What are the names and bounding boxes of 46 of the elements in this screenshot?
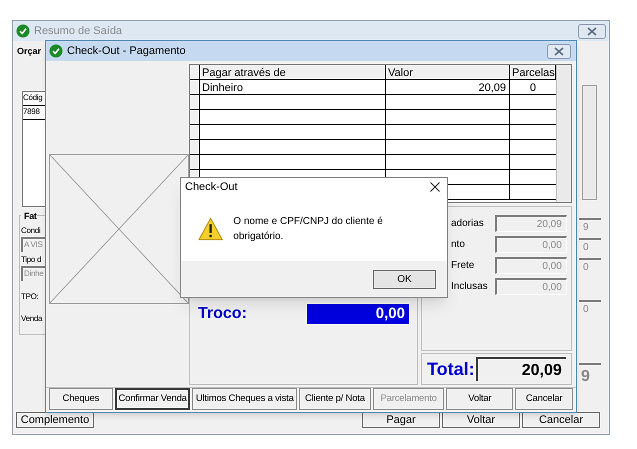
total-field: 20,09: [476, 357, 566, 381]
close-icon[interactable]: [430, 182, 440, 192]
window-button[interactable]: Cancelar: [515, 388, 573, 410]
check-icon: [49, 44, 63, 58]
window-title: Resumo de Saída: [34, 24, 124, 39]
field-label: TPO:: [21, 291, 38, 303]
row-indicator-cell[interactable]: [190, 80, 200, 94]
window-button[interactable]: Ultimos Cheques a vista: [192, 388, 298, 410]
scrollbar[interactable]: [582, 85, 597, 200]
table-cell-text: 0: [528, 81, 537, 94]
field-label: Tipo d: [21, 254, 42, 266]
column-header[interactable]: Parcelas: [510, 65, 556, 79]
column-header[interactable]: Valor: [386, 65, 510, 79]
total-field: 9: [579, 363, 601, 391]
close-icon: [554, 46, 564, 56]
window-button[interactable]: Cancelar: [522, 412, 600, 428]
scrollbar[interactable]: [556, 65, 571, 202]
change-field: 0,00: [307, 304, 409, 324]
window-button[interactable]: Cliente p/ Nota: [299, 388, 371, 410]
tab-label[interactable]: Orçar: [17, 45, 42, 58]
close-icon: [587, 26, 597, 36]
total-label: Total:: [427, 358, 475, 380]
window-button[interactable]: Cheques: [49, 388, 113, 410]
window-button[interactable]: Voltar: [442, 412, 520, 428]
close-button[interactable]: [547, 44, 571, 58]
dialog-title: Check-Out: [185, 180, 239, 195]
table-cell: 20,09: [386, 80, 510, 94]
field-label: Venda: [21, 313, 42, 325]
check-icon: [16, 24, 30, 38]
close-button[interactable]: [578, 24, 606, 38]
change-label: Troco:: [198, 304, 247, 324]
window-button[interactable]: Complemento: [16, 412, 94, 428]
window-button[interactable]: Pagar: [362, 412, 440, 428]
table-cell: Dinheiro: [200, 80, 386, 94]
total-label: nto: [451, 238, 465, 252]
ok-button[interactable]: OK: [373, 270, 436, 288]
field-label: Condi: [21, 225, 40, 237]
total-label: adorias: [451, 217, 484, 231]
window-button[interactable]: Confirmar Venda: [114, 388, 190, 410]
warning-icon: [198, 216, 224, 240]
total-label: Inclusas: [451, 280, 488, 294]
column-header[interactable]: Pagar através de: [200, 65, 386, 79]
window-button[interactable]: Voltar: [446, 388, 514, 410]
window-title: Check-Out - Pagamento: [67, 44, 187, 59]
dialog-message: O nome e CPF/CNPJ do cliente é obrigatório.: [233, 214, 384, 244]
total-label: Frete: [451, 259, 474, 273]
